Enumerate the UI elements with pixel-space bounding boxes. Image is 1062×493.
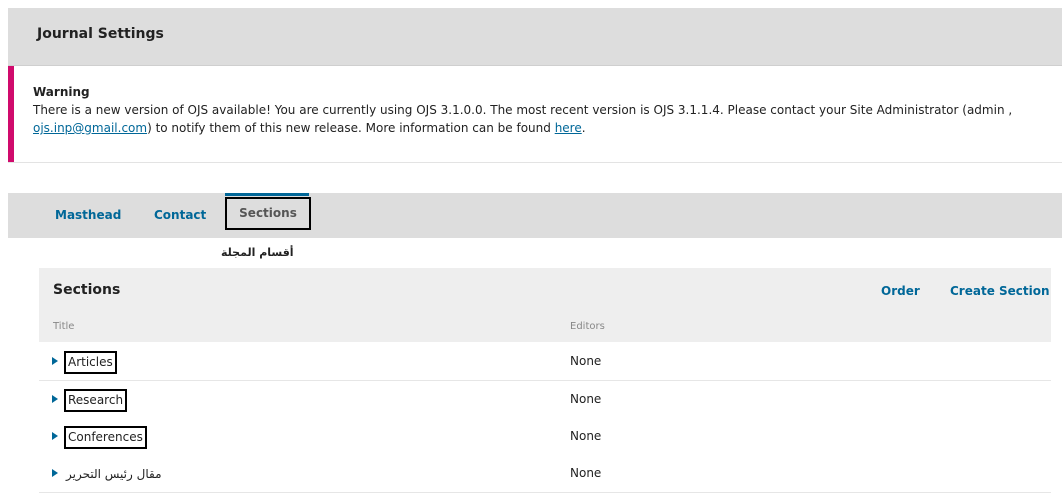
sections-annotation: أقسام المجلة: [221, 246, 294, 259]
row-title: Articles: [64, 351, 117, 374]
create-section-button[interactable]: Create Section: [950, 284, 1050, 298]
warning-text-1: There is a new version of OJS available!…: [33, 103, 1013, 117]
tab-contact[interactable]: Contact: [154, 193, 206, 238]
warning-title: Warning: [33, 85, 90, 99]
active-tab-indicator: [225, 193, 309, 196]
warning-notification: Warning There is a new version of OJS av…: [8, 66, 1062, 163]
order-button[interactable]: Order: [881, 284, 920, 298]
grid-title: Sections: [53, 282, 121, 298]
table-row[interactable]: Articles None: [39, 343, 1051, 381]
column-editors: Editors: [570, 321, 605, 332]
page-title: Journal Settings: [37, 26, 164, 42]
table-row[interactable]: Conferences None: [39, 418, 1051, 456]
expand-arrow-icon[interactable]: [52, 469, 58, 477]
grid-header: Sections Order Create Section: [39, 268, 1051, 313]
warning-message: There is a new version of OJS available!…: [33, 101, 1053, 137]
expand-arrow-icon[interactable]: [52, 432, 58, 440]
page-header: Journal Settings: [8, 8, 1062, 66]
row-title: Conferences: [64, 426, 147, 449]
column-title: Title: [53, 321, 75, 332]
warning-text-2: ) to notify them of this new release. Mo…: [147, 121, 555, 135]
left-margin: [0, 0, 8, 492]
expand-arrow-icon[interactable]: [52, 357, 58, 365]
column-headers: Title Editors: [39, 313, 1051, 342]
sections-grid: Sections Order Create Section Title Edit…: [39, 268, 1051, 493]
more-info-link[interactable]: here: [555, 121, 582, 135]
row-title: Research: [64, 389, 128, 412]
expand-arrow-icon[interactable]: [52, 395, 58, 403]
row-editors: None: [570, 466, 602, 480]
table-row[interactable]: Research None: [39, 381, 1051, 419]
warning-text-3: .: [581, 121, 586, 135]
row-editors: None: [570, 392, 602, 406]
settings-tabs: Masthead Contact Sections: [8, 193, 1062, 238]
warning-accent-bar: [8, 66, 14, 162]
row-editors: None: [570, 429, 602, 443]
tab-masthead[interactable]: Masthead: [55, 193, 121, 238]
tab-sections[interactable]: Sections: [225, 197, 311, 230]
admin-email-link[interactable]: ojs.inp@gmail.com: [33, 121, 147, 135]
table-row[interactable]: مقال رئيس التحرير None: [39, 455, 1051, 493]
row-editors: None: [570, 354, 602, 368]
row-title: مقال رئيس التحرير: [66, 467, 162, 481]
